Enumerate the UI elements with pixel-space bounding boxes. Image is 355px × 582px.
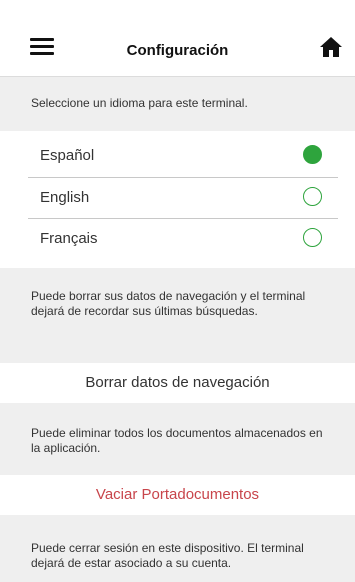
logout-note: Puede cerrar sesión en este dispositivo.… [31,541,304,570]
clear-browsing-data-button[interactable]: Borrar datos de navegación [0,363,355,403]
language-option-english[interactable]: English [28,177,338,217]
radio-selected-icon[interactable] [303,145,322,164]
language-option-francais[interactable]: Français [28,218,338,258]
language-label: Español [40,147,95,164]
browsing-data-note: Puede borrar sus datos de navegación y e… [31,289,306,318]
radio-unselected-icon[interactable] [303,187,322,206]
documents-note: Puede eliminar todos los documentos alma… [31,426,323,455]
home-icon[interactable] [319,36,343,58]
language-note: Seleccione un idioma para este terminal. [31,96,248,110]
page-title: Configuración [126,42,229,59]
language-label: English [40,189,90,206]
app-header: Configuración [0,0,355,77]
language-list: Español English Français [0,131,355,268]
empty-documents-button[interactable]: Vaciar Portadocumentos [0,475,355,515]
radio-unselected-icon[interactable] [303,228,322,247]
language-option-espanol[interactable]: Español [28,135,338,175]
language-label: Français [40,230,98,247]
